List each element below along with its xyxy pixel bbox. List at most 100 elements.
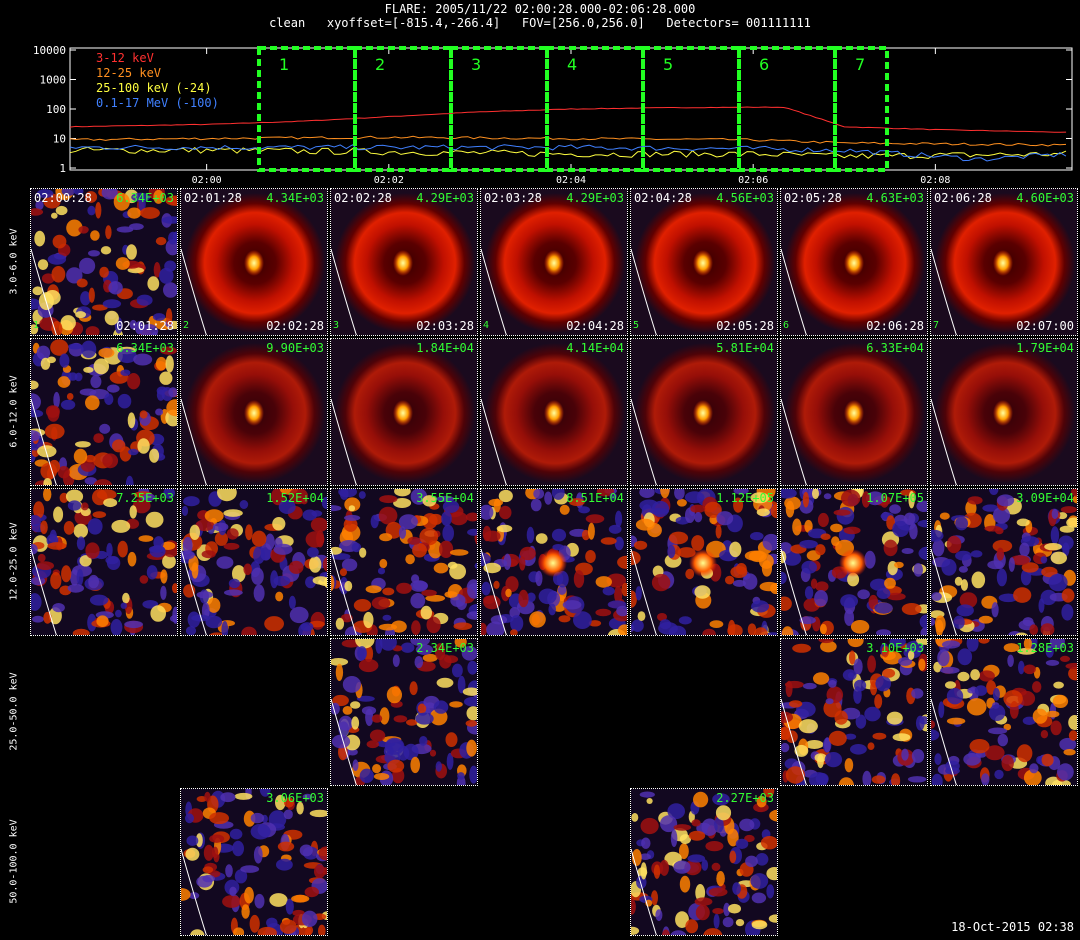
image-tile: 9.90E+03 xyxy=(180,338,328,486)
image-tile: 6.33E+04 xyxy=(780,338,928,486)
image-peak-value: 7.25E+03 xyxy=(116,491,174,505)
source-kernel xyxy=(544,250,564,276)
image-peak-value: 1.07E+05 xyxy=(866,491,924,505)
image-peak-value: 6.34E+03 xyxy=(116,191,174,205)
source-kernel xyxy=(993,400,1013,426)
image-start-time: 02:04:28 xyxy=(634,191,692,205)
interval-number: 7 xyxy=(933,320,940,331)
interval-label: 4 xyxy=(567,55,577,74)
source-kernel xyxy=(993,250,1013,276)
interval-number: 5 xyxy=(633,320,640,331)
x-tick-label: 02:04 xyxy=(556,175,586,186)
interval-label: 2 xyxy=(375,55,385,74)
lightcurve-plot: 10000 1000 100 10 1 02:00 02:02 02:04 02:06 02:0… xyxy=(33,44,1073,186)
y-tick-label: 1 xyxy=(59,162,66,175)
x-tick-label: 02:06 xyxy=(738,175,768,186)
interval-label: 7 xyxy=(855,55,865,74)
image-start-time: 02:00:28 xyxy=(34,191,92,205)
source-kernel xyxy=(544,400,564,426)
source-kernel xyxy=(393,400,413,426)
interval-number: 4 xyxy=(483,320,490,331)
image-peak-value: 1.12E+05 xyxy=(716,491,774,505)
image-peak-value: 1.28E+03 xyxy=(1016,641,1074,655)
image-peak-value: 4.14E+04 xyxy=(566,341,624,355)
interval-number: 6 xyxy=(783,320,790,331)
image-tile: 3.06E+03 xyxy=(180,788,328,936)
series-line xyxy=(69,144,1067,162)
energy-band-label: 3.0-6.0 keV xyxy=(8,228,20,295)
interval-box xyxy=(353,46,453,172)
legend-entry: 25-100 keV (-24) xyxy=(96,81,212,95)
image-end-time: 02:02:28 xyxy=(266,319,324,333)
image-tile: 8.51E+04 xyxy=(480,488,628,636)
image-peak-value: 5.81E+04 xyxy=(716,341,774,355)
energy-band-label: 50.0-100.0 keV xyxy=(8,819,20,904)
image-peak-value: 2.34E+03 xyxy=(416,641,474,655)
image-end-time: 02:06:28 xyxy=(866,319,924,333)
image-tile: 1.07E+05 xyxy=(780,488,928,636)
x-tick-label: 02:00 xyxy=(192,175,222,186)
image-tile: 4.60E+03 02:06:28 02:07:00 7 xyxy=(930,188,1078,336)
source-kernel xyxy=(844,400,864,426)
image-end-time: 02:01:28 xyxy=(116,319,174,333)
image-peak-value: 6.33E+04 xyxy=(866,341,924,355)
image-tile: 4.14E+04 xyxy=(480,338,628,486)
source-kernel xyxy=(839,549,867,577)
image-tile: 4.63E+03 02:05:28 02:06:28 6 xyxy=(780,188,928,336)
image-peak-value: 4.60E+03 xyxy=(1016,191,1074,205)
series-line xyxy=(69,106,1067,133)
energy-band-label: 25.0-50.0 keV xyxy=(8,672,20,751)
image-tile: 1.28E+03 xyxy=(930,638,1078,786)
image-tile: 3.55E+04 xyxy=(330,488,478,636)
image-start-time: 02:06:28 xyxy=(934,191,992,205)
image-peak-value: 4.29E+03 xyxy=(566,191,624,205)
interval-label: 5 xyxy=(663,55,673,74)
source-kernel xyxy=(693,250,713,276)
image-end-time: 02:05:28 xyxy=(716,319,774,333)
image-peak-value: 8.51E+04 xyxy=(566,491,624,505)
x-tick-label: 02:02 xyxy=(374,175,404,186)
y-tick-label: 10 xyxy=(53,133,66,146)
image-tile: 1.79E+04 xyxy=(930,338,1078,486)
image-peak-value: 6.34E+03 xyxy=(116,341,174,355)
image-peak-value: 2.27E+03 xyxy=(716,791,774,805)
image-peak-value: 9.90E+03 xyxy=(266,341,324,355)
image-tile: 6.34E+03 02:00:28 02:01:28 1 xyxy=(30,188,178,336)
image-peak-value: 4.29E+03 xyxy=(416,191,474,205)
interval-label: 1 xyxy=(279,55,289,74)
image-peak-value: 1.52E+04 xyxy=(266,491,324,505)
source-kernel xyxy=(844,250,864,276)
legend-entry: 12-25 keV xyxy=(96,66,161,80)
interval-number: 1 xyxy=(33,320,40,331)
source-kernel xyxy=(244,250,264,276)
series-line xyxy=(69,135,1067,147)
image-tile: 1.12E+05 xyxy=(630,488,778,636)
legend-entry: 0.1-17 MeV (-100) xyxy=(96,96,219,110)
interval-number: 2 xyxy=(183,320,190,331)
source-kernel xyxy=(539,549,567,577)
energy-band-label: 12.0-25.0 keV xyxy=(8,522,20,601)
image-peak-value: 4.63E+03 xyxy=(866,191,924,205)
image-start-time: 02:03:28 xyxy=(484,191,542,205)
image-start-time: 02:05:28 xyxy=(784,191,842,205)
interval-label: 3 xyxy=(471,55,481,74)
x-tick-label: 02:08 xyxy=(920,175,950,186)
image-tile: 1.84E+04 xyxy=(330,338,478,486)
image-peak-value: 1.79E+04 xyxy=(1016,341,1074,355)
interval-label: 6 xyxy=(759,55,769,74)
y-tick-label: 1000 xyxy=(40,74,67,87)
image-tile: 7.25E+03 xyxy=(30,488,178,636)
y-tick-label: 100 xyxy=(46,103,66,116)
image-tile: 5.81E+04 xyxy=(630,338,778,486)
image-tile: 6.34E+03 xyxy=(30,338,178,486)
image-peak-value: 3.06E+03 xyxy=(266,791,324,805)
image-peak-value: 4.56E+03 xyxy=(716,191,774,205)
image-tile: 4.34E+03 02:01:28 02:02:28 2 xyxy=(180,188,328,336)
image-end-time: 02:03:28 xyxy=(416,319,474,333)
energy-band-label: 6.0-12.0 keV xyxy=(8,375,20,448)
image-peak-value: 1.84E+04 xyxy=(416,341,474,355)
image-peak-value: 3.55E+04 xyxy=(416,491,474,505)
y-tick-label: 10000 xyxy=(33,44,66,57)
image-tile: 4.56E+03 02:04:28 02:05:28 5 xyxy=(630,188,778,336)
source-kernel xyxy=(244,400,264,426)
